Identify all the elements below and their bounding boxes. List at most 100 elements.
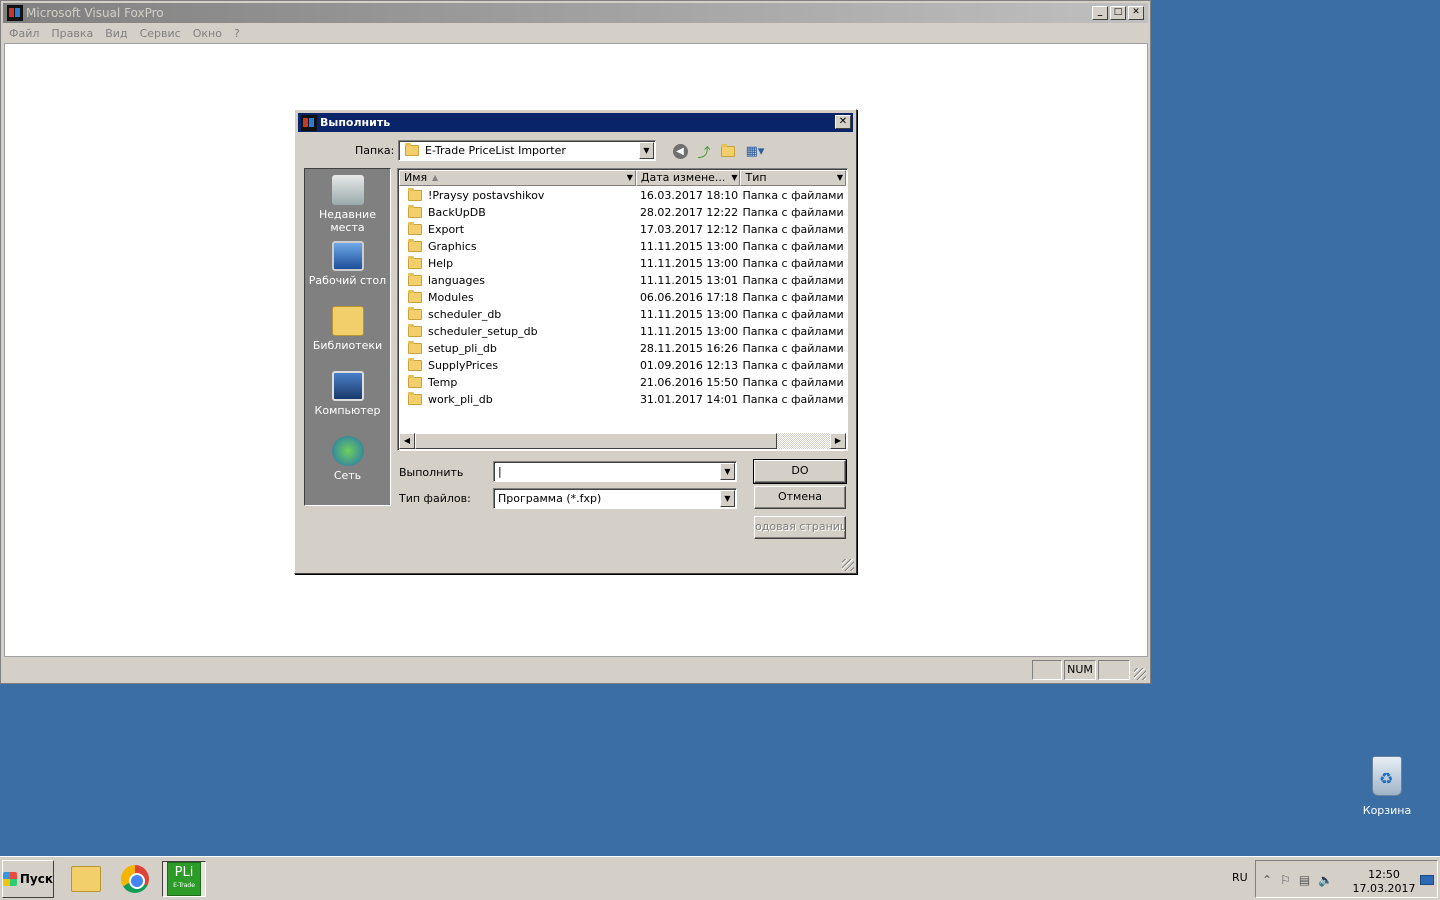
horizontal-scrollbar[interactable]: ◀ ▶ (399, 433, 846, 449)
dialog-close-button[interactable]: ✕ (835, 115, 851, 129)
clock[interactable]: 12:50 17.03.2017 (1352, 868, 1416, 896)
list-item[interactable]: languages 11.11.2015 13:01 Папка с файлами (399, 272, 846, 289)
title-bar[interactable]: Microsoft Visual FoxPro _ □ ✕ (3, 3, 1148, 23)
file-date: 16.03.2017 18:10 (639, 189, 739, 202)
show-hidden-icons-icon[interactable]: ⌃ (1262, 873, 1272, 887)
taskbar-pli[interactable]: PLi E-Trade (162, 861, 206, 897)
file-date: 17.03.2017 12:12 (639, 223, 739, 236)
show-desktop-button[interactable] (1420, 875, 1434, 885)
run-label: Выполнить (399, 466, 464, 479)
place-label: Сеть (333, 469, 362, 482)
list-item[interactable]: work_pli_db 31.01.2017 14:01 Папка с файла… (399, 391, 846, 408)
cancel-button[interactable]: Отмена (754, 486, 846, 509)
place-recent[interactable]: Недавние места (305, 175, 390, 234)
list-item[interactable]: setup_pli_db 28.11.2015 16:26 Папка с файл… (399, 340, 846, 357)
resize-grip[interactable] (1134, 668, 1146, 680)
chevron-down-icon[interactable]: ▼ (731, 171, 737, 185)
file-type: Папка с файлами (742, 359, 844, 372)
folder-icon (408, 239, 422, 252)
file-date: 28.02.2017 12:22 (639, 206, 739, 219)
place-desktop[interactable]: Рабочий стол (305, 241, 390, 287)
close-button[interactable]: ✕ (1128, 6, 1144, 20)
chevron-down-icon[interactable]: ▼ (639, 142, 654, 159)
list-item[interactable]: Export 17.03.2017 12:12 Папка с файлами (399, 221, 846, 238)
list-item[interactable]: Help 11.11.2015 13:00 Папка с файлами (399, 255, 846, 272)
file-list[interactable]: Имя ▲ ▼ Дата измене... ▼ Тип ▼ !Praysy p… (397, 168, 848, 451)
libraries-icon (331, 306, 364, 336)
dialog-title-bar[interactable]: Выполнить ✕ (298, 113, 853, 132)
list-item[interactable]: scheduler_db 11.11.2015 13:00 Папка с файл… (399, 306, 846, 323)
place-libraries[interactable]: Библиотеки (305, 306, 390, 352)
view-menu-button[interactable]: ▦▾ (743, 142, 767, 160)
file-name: Graphics (428, 240, 477, 253)
list-item[interactable]: !Praysy postavshikov 16.03.2017 18:10 Папк… (399, 187, 846, 204)
menu-help[interactable]: ? (234, 27, 240, 40)
scroll-thumb[interactable] (415, 433, 777, 449)
folder-select[interactable]: E-Trade PriceList Importer ▼ (398, 140, 656, 161)
minimize-button[interactable]: _ (1092, 6, 1108, 20)
folder-icon (408, 290, 422, 303)
new-folder-button[interactable] (719, 142, 737, 160)
file-name: scheduler_db (428, 308, 502, 321)
col-name-label: Имя (404, 171, 428, 184)
col-date-header[interactable]: Дата измене... ▼ (635, 170, 741, 186)
file-date: 11.11.2015 13:00 (639, 257, 739, 270)
status-panel-3 (1098, 660, 1130, 680)
col-name-header[interactable]: Имя ▲ ▼ (399, 170, 636, 186)
menu-tools[interactable]: Сервис (140, 27, 181, 40)
file-date: 31.01.2017 14:01 (639, 393, 739, 406)
scroll-left-button[interactable]: ◀ (399, 433, 415, 449)
dialog-resize-grip[interactable] (842, 559, 854, 571)
pli-icon-subtext: E-Trade (173, 882, 195, 889)
list-item[interactable]: SupplyPrices 01.09.2016 12:13 Папка с файл… (399, 357, 846, 374)
file-date: 11.11.2015 13:01 (639, 274, 739, 287)
filetype-select[interactable]: Программа (*.fxp) ▼ (493, 488, 737, 509)
scroll-right-button[interactable]: ▶ (830, 433, 846, 449)
file-date: 21.06.2016 15:50 (639, 376, 739, 389)
menu-edit[interactable]: Правка (51, 27, 93, 40)
file-name: Export (428, 223, 465, 236)
chevron-down-icon[interactable]: ▼ (627, 171, 633, 185)
chevron-down-icon[interactable]: ▼ (720, 490, 735, 507)
start-button[interactable]: Пуск (2, 860, 54, 898)
back-button[interactable]: ◀ (671, 142, 689, 160)
chevron-down-icon[interactable]: ▼ (720, 463, 735, 480)
place-computer[interactable]: Компьютер (305, 371, 390, 417)
folder-icon (408, 392, 422, 405)
menu-file[interactable]: Файл (9, 27, 39, 40)
folder-icon (408, 222, 422, 235)
folder-value: E-Trade PriceList Importer (425, 144, 566, 157)
maximize-button[interactable]: □ (1110, 6, 1126, 20)
volume-icon[interactable]: 🔈 (1318, 873, 1333, 887)
up-folder-button[interactable]: ⤴ (695, 142, 713, 161)
place-network[interactable]: Сеть (305, 436, 390, 482)
list-item[interactable]: scheduler_setup_db 11.11.2015 13:00 Папка … (399, 323, 846, 340)
filetype-label: Тип файлов: (399, 492, 471, 505)
explorer-icon (71, 866, 101, 892)
chevron-down-icon[interactable]: ▼ (837, 171, 843, 185)
recycle-bin[interactable]: Корзина (1360, 756, 1414, 817)
run-input[interactable]: | ▼ (493, 461, 737, 482)
menu-view[interactable]: Вид (105, 27, 127, 40)
file-type: Папка с файлами (742, 291, 844, 304)
folder-icon (408, 256, 422, 269)
taskbar-explorer[interactable] (64, 861, 108, 897)
file-name: Help (428, 257, 454, 270)
file-name: BackUpDB (428, 206, 486, 219)
list-item[interactable]: Temp 21.06.2016 15:50 Папка с файлами (399, 374, 846, 391)
file-date: 06.06.2016 17:18 (639, 291, 739, 304)
do-button[interactable]: DO (753, 459, 847, 484)
list-item[interactable]: Modules 06.06.2016 17:18 Папка с файлами (399, 289, 846, 306)
codepage-button[interactable]: одовая страница (754, 516, 846, 539)
file-type: Папка с файлами (742, 223, 844, 236)
action-center-flag-icon[interactable]: ⚐ (1280, 873, 1291, 887)
taskbar-chrome[interactable] (113, 861, 157, 897)
list-item[interactable]: Graphics 11.11.2015 13:00 Папка с файлами (399, 238, 846, 255)
network-icon (331, 436, 364, 466)
language-indicator[interactable]: RU (1232, 871, 1248, 884)
col-type-header[interactable]: Тип ▼ (740, 170, 846, 186)
list-item[interactable]: BackUpDB 28.02.2017 12:22 Папка с файлами (399, 204, 846, 221)
file-type: Папка с файлами (742, 257, 844, 270)
network-tray-icon[interactable]: ▤ (1299, 873, 1310, 887)
menu-window[interactable]: Окно (193, 27, 222, 40)
